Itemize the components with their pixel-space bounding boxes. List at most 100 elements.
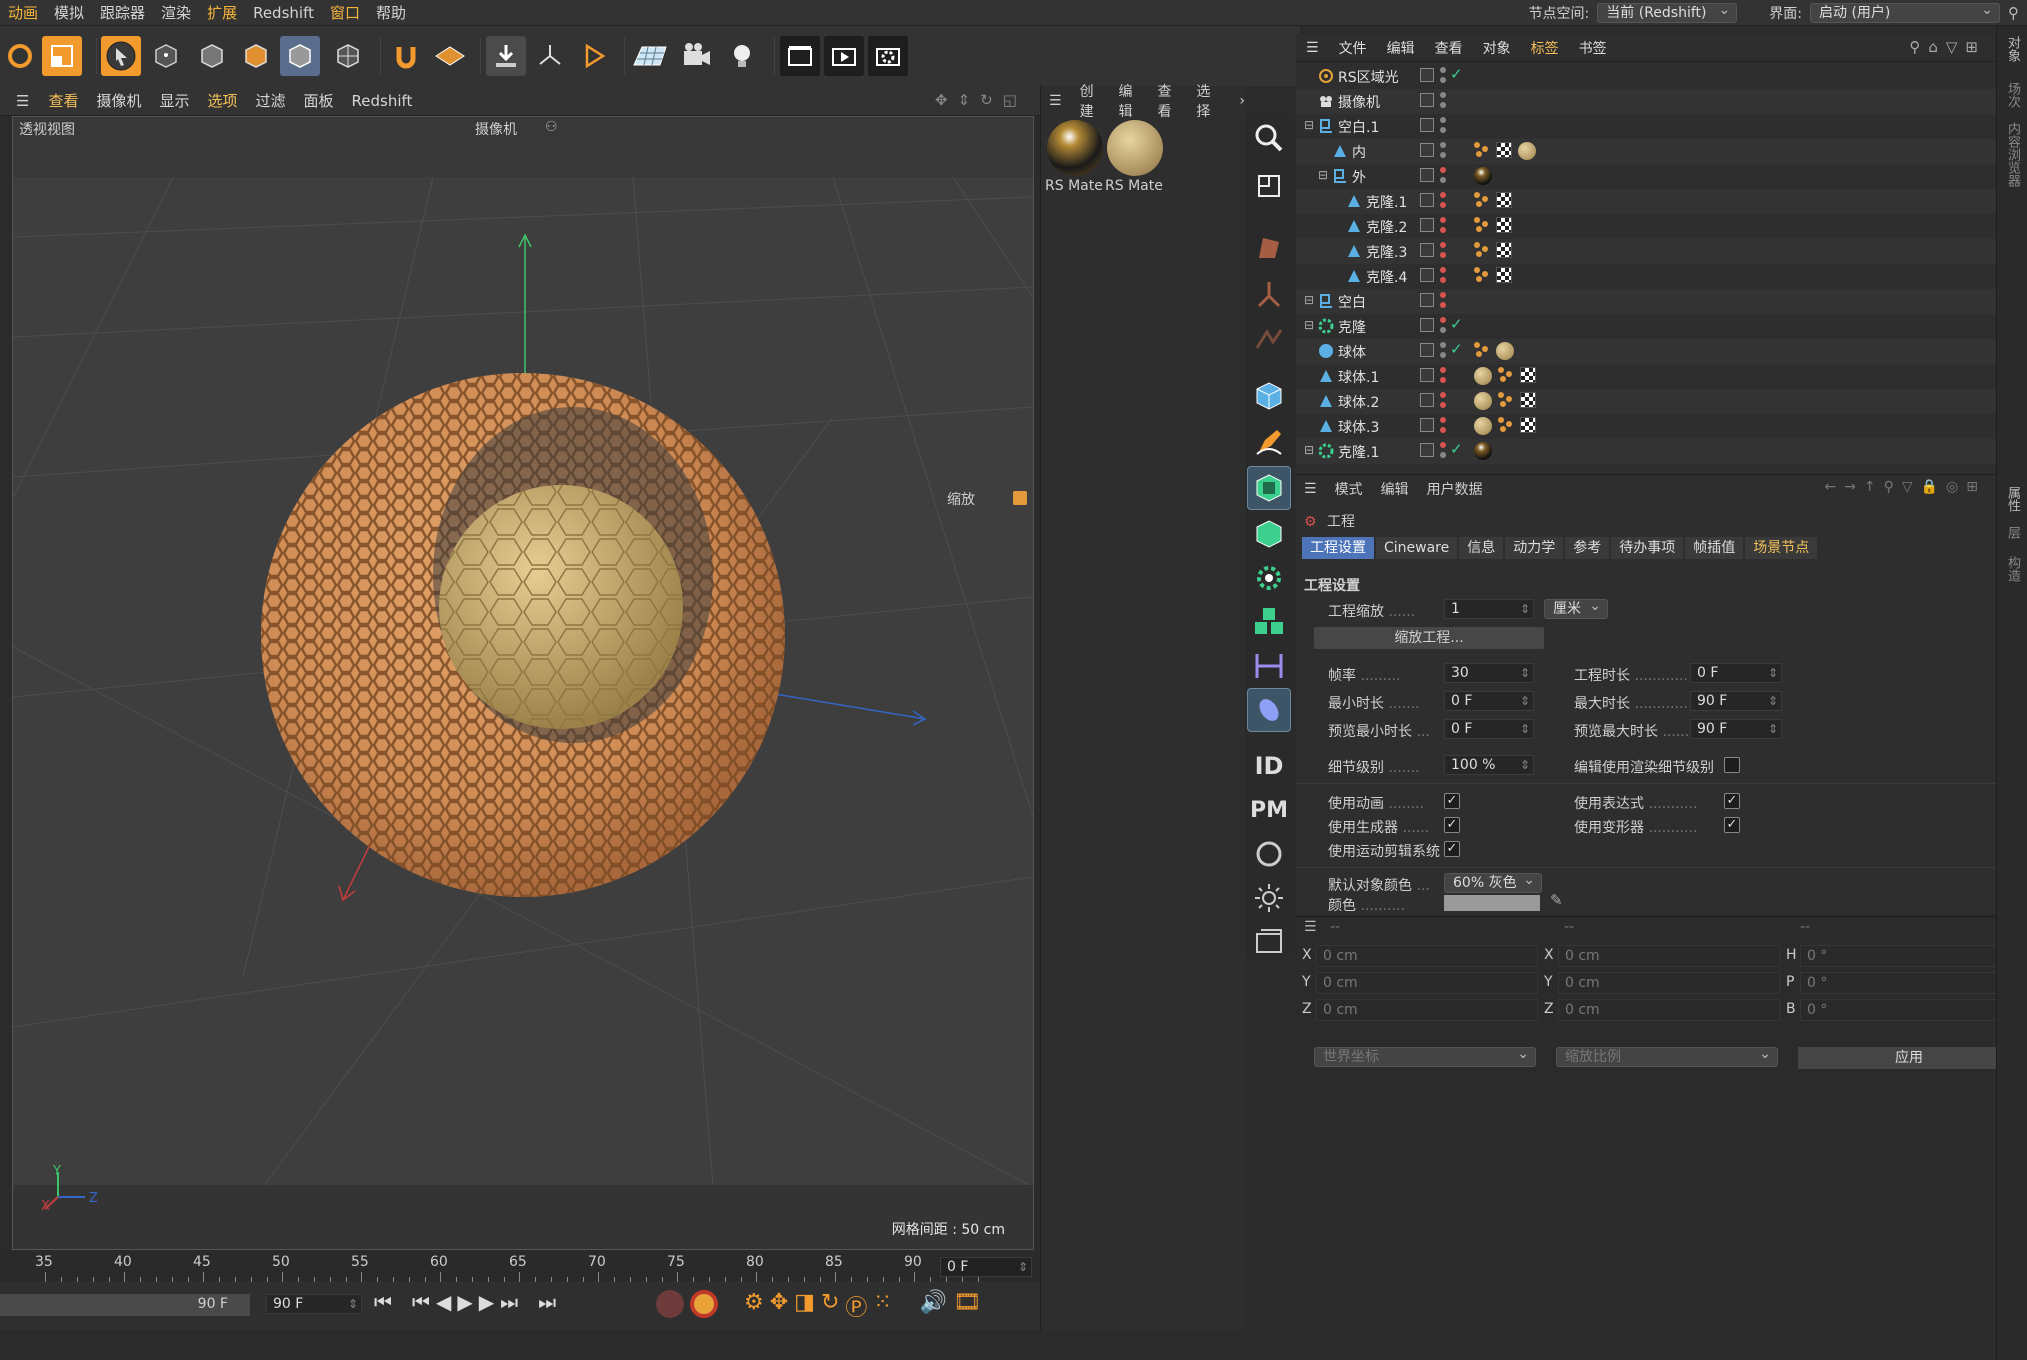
- layer-toggle-icon[interactable]: [1420, 368, 1434, 382]
- attr-tab[interactable]: 参考: [1565, 537, 1610, 559]
- side-tab-content-browser[interactable]: 内容浏览器: [2003, 122, 2022, 187]
- timeline-ruler[interactable]: 35 40 45 50 55 60 65 70 75 80 85 90 0 F: [0, 1252, 1040, 1282]
- mat-menu-select[interactable]: 选择: [1196, 81, 1217, 121]
- object-row[interactable]: 内: [1296, 139, 1996, 164]
- editor-visibility-dot[interactable]: [1440, 167, 1446, 173]
- zoom-handle-icon[interactable]: [1013, 491, 1027, 505]
- vp-menu-camera[interactable]: 摄像机: [87, 90, 150, 111]
- obj-menu-file[interactable]: 文件: [1329, 38, 1377, 58]
- layer-toggle-icon[interactable]: [1420, 293, 1434, 307]
- object-row[interactable]: ⊟ 空白.1: [1296, 114, 1996, 139]
- current-frame-field[interactable]: 0 F: [940, 1257, 1032, 1277]
- coord-field[interactable]: 0 cm: [1316, 945, 1538, 967]
- axis-icon[interactable]: [530, 36, 570, 76]
- mat-menu-create[interactable]: 创建: [1080, 81, 1101, 121]
- light-bulb-icon[interactable]: [722, 36, 762, 76]
- expand-toggle-icon[interactable]: ⊟: [1304, 293, 1314, 307]
- expand-toggle-icon[interactable]: ⊟: [1304, 443, 1314, 457]
- vp-menu-panel[interactable]: 面板: [295, 90, 343, 111]
- vp-menu-filter[interactable]: 过滤: [247, 90, 295, 111]
- attr-tab[interactable]: 帧插值: [1685, 537, 1744, 559]
- editor-visibility-dot[interactable]: [1440, 292, 1446, 298]
- project-scale-field[interactable]: 1: [1444, 599, 1534, 619]
- layout-select[interactable]: 启动 (用户): [1810, 1, 2000, 23]
- object-mode-icon[interactable]: [192, 36, 232, 76]
- material-tag-icon[interactable]: [1518, 142, 1536, 160]
- coord-field[interactable]: 0 °: [1800, 999, 2022, 1021]
- film-icon[interactable]: 🎞: [953, 1290, 981, 1322]
- prev-frame-icon[interactable]: ◀: [436, 1290, 451, 1314]
- go-to-start-icon[interactable]: ⏮: [374, 1290, 392, 1314]
- point-mode-icon[interactable]: [280, 36, 320, 76]
- object-tree-icon[interactable]: [1247, 164, 1291, 208]
- attr-toolbar-icons[interactable]: ←→↑⚲▽🔒◎⊞: [1824, 479, 1986, 495]
- attr-tab[interactable]: 动力学: [1505, 537, 1564, 559]
- editor-visibility-dot[interactable]: [1440, 367, 1446, 373]
- object-name[interactable]: 克隆.2: [1366, 217, 1407, 237]
- next-frame-icon[interactable]: ▶: [479, 1290, 494, 1314]
- next-key-icon[interactable]: ⏭: [500, 1290, 518, 1314]
- object-row[interactable]: 摄像机: [1296, 89, 1996, 114]
- ring-icon[interactable]: [1247, 832, 1291, 876]
- generator-icon[interactable]: [1247, 466, 1291, 510]
- hamburger-icon[interactable]: ☰: [1049, 93, 1062, 109]
- editor-visibility-dot[interactable]: [1440, 142, 1446, 148]
- texture-tag-icon[interactable]: [1498, 392, 1514, 408]
- texture-mode-icon[interactable]: [236, 36, 276, 76]
- object-name[interactable]: 外: [1352, 167, 1366, 187]
- auto-key-icon[interactable]: [690, 1290, 718, 1318]
- render-region-icon[interactable]: [780, 36, 820, 76]
- layer-toggle-icon[interactable]: [1420, 243, 1434, 257]
- mograph-cloner-icon[interactable]: [1247, 556, 1291, 600]
- end-frame-field[interactable]: 90 F: [266, 1294, 362, 1314]
- texture-tag-icon[interactable]: [1474, 217, 1490, 233]
- coord-system-select[interactable]: 世界坐标: [1314, 1045, 1536, 1067]
- camera-toggle-icon[interactable]: ⚇: [545, 119, 558, 135]
- node-space-select[interactable]: 当前 (Redshift): [1597, 1, 1738, 23]
- material-tag-icon[interactable]: [1474, 392, 1492, 410]
- side-tab-takes[interactable]: 场次: [2003, 82, 2022, 108]
- layer-toggle-icon[interactable]: [1420, 443, 1434, 457]
- expand-toggle-icon[interactable]: ⊟: [1304, 318, 1314, 332]
- menu-window[interactable]: 窗口: [322, 2, 368, 23]
- layer-toggle-icon[interactable]: [1420, 118, 1434, 132]
- vp-menu-redshift[interactable]: Redshift: [343, 92, 422, 110]
- coord-field[interactable]: 0 °: [1800, 972, 2022, 994]
- keyframe-gear-icon[interactable]: ⚙: [744, 1290, 764, 1322]
- hamburger-icon[interactable]: ☰: [1304, 919, 1317, 935]
- coord-field[interactable]: 0 °: [1800, 945, 2022, 967]
- mat-menu-edit[interactable]: 编辑: [1119, 81, 1140, 121]
- workplane-icon[interactable]: [430, 36, 470, 76]
- measure-icon[interactable]: [1247, 644, 1291, 688]
- object-row[interactable]: ⊟ 克隆.1 ✓: [1296, 439, 1996, 464]
- object-name[interactable]: RS区域光: [1338, 67, 1399, 87]
- default-color-select[interactable]: 60% 灰色: [1444, 871, 1542, 893]
- undo-icon[interactable]: [0, 36, 40, 76]
- render-visibility-dot[interactable]: [1440, 277, 1446, 283]
- render-visibility-dot[interactable]: [1440, 402, 1446, 408]
- object-row[interactable]: 克隆.4: [1296, 264, 1996, 289]
- side-tab-attributes[interactable]: 属性: [2003, 486, 2022, 512]
- object-row[interactable]: 球体.1: [1296, 364, 1996, 389]
- uv-tag-icon[interactable]: [1496, 142, 1512, 158]
- expand-toggle-icon[interactable]: ⊟: [1304, 118, 1314, 132]
- capsule-icon[interactable]: [1247, 688, 1291, 732]
- object-name[interactable]: 克隆.4: [1366, 267, 1407, 287]
- object-name[interactable]: 摄像机: [1338, 92, 1380, 112]
- object-row[interactable]: 克隆.3: [1296, 239, 1996, 264]
- hamburger-icon[interactable]: ☰: [1296, 40, 1329, 56]
- lod-field[interactable]: 100 %: [1444, 755, 1534, 775]
- editor-visibility-dot[interactable]: [1440, 217, 1446, 223]
- color-swatch[interactable]: [1444, 895, 1540, 911]
- obj-menu-bookmarks[interactable]: 书签: [1569, 38, 1617, 58]
- object-row[interactable]: RS区域光 ✓: [1296, 64, 1996, 89]
- object-name[interactable]: 内: [1352, 142, 1366, 162]
- object-name[interactable]: 球体.2: [1338, 392, 1379, 412]
- menu-animation[interactable]: 动画: [0, 2, 46, 23]
- render-visibility-dot[interactable]: [1440, 377, 1446, 383]
- editor-visibility-dot[interactable]: [1440, 117, 1446, 123]
- attr-tab[interactable]: 场景节点: [1745, 537, 1818, 559]
- render-visibility-dot[interactable]: [1440, 227, 1446, 233]
- apply-button[interactable]: 应用: [1798, 1047, 2020, 1069]
- texture-tag-icon[interactable]: [1498, 417, 1514, 433]
